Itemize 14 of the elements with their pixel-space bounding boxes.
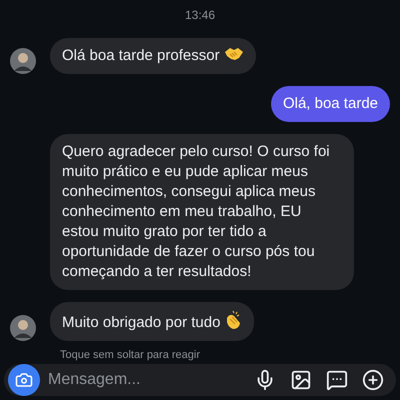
clapping-hands-icon <box>224 310 242 330</box>
message-composer[interactable]: Mensagem... <box>4 364 396 396</box>
message-bubble[interactable]: Muito obrigado por tudo <box>50 302 254 341</box>
message-bubble[interactable]: Olá boa tarde professor <box>50 38 256 74</box>
message-bubble[interactable]: Quero agradecer pelo curso! O curso foi muito prático e eu pude aplicar meus conhecimentos, consegui aplica meus conhecimento em meu trabalho, EU estou muito grato por ter tido a oportunidade de fazer o curso pós tou começando a ter resultados! <box>50 134 354 290</box>
message-input[interactable]: Mensagem... <box>48 368 254 392</box>
add-icon[interactable] <box>362 368 384 390</box>
reaction-hint: Toque sem soltar para reagir <box>60 348 202 363</box>
message-bubble[interactable]: Olá, boa tarde <box>270 86 390 122</box>
timestamp: 13:46 <box>184 7 216 24</box>
image-icon[interactable] <box>290 368 312 390</box>
camera-button[interactable] <box>8 364 40 396</box>
camera-icon <box>15 370 33 388</box>
chat-bubble-icon[interactable] <box>326 368 348 390</box>
